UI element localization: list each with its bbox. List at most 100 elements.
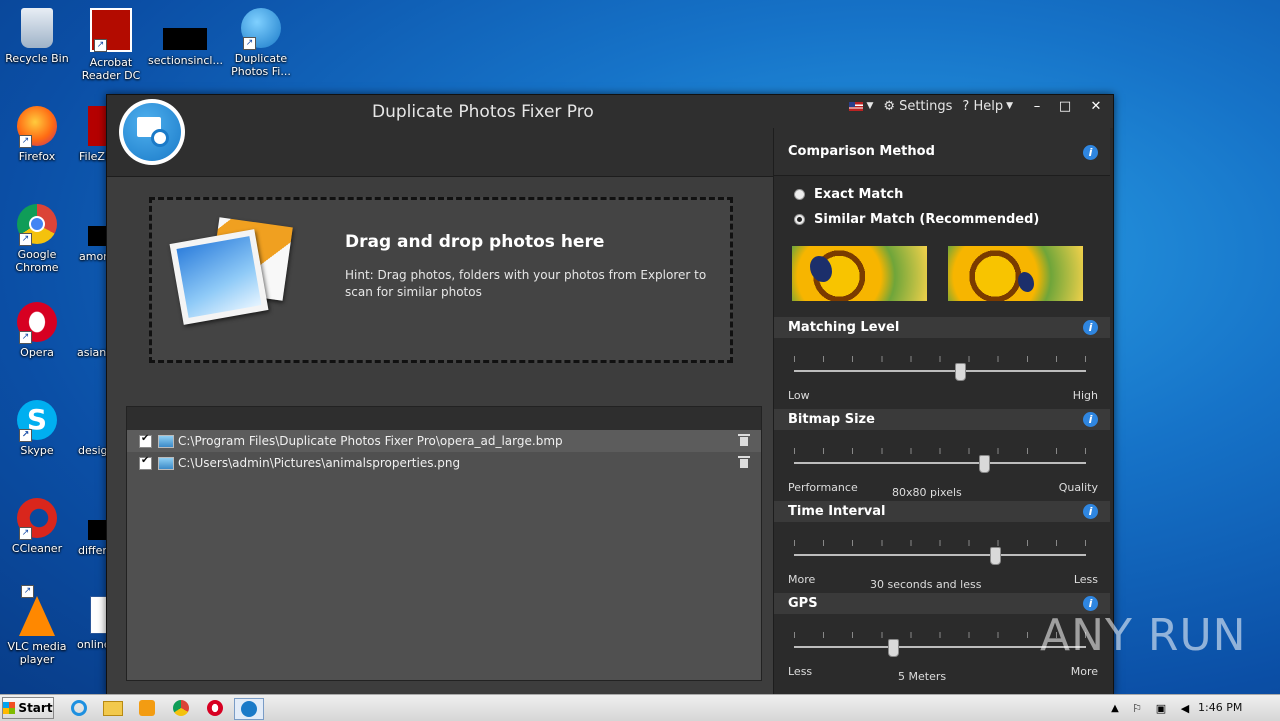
desktop-icon-vlc[interactable]: ↗ VLC media player [0, 585, 74, 666]
file-row[interactable]: C:\Users\admin\Pictures\animalspropertie… [127, 452, 761, 474]
skype-icon: S ↗ [17, 400, 57, 442]
drop-title: Drag and drop photos here [345, 232, 605, 252]
desktop-icon-desig[interactable]: desig [68, 400, 108, 457]
window-title: Duplicate Photos Fixer Pro [372, 102, 594, 122]
info-icon[interactable]: i [1083, 145, 1098, 160]
flag-icon[interactable]: ⚐ [1126, 698, 1148, 718]
desktop-icon-filezilla[interactable]: FileZi [68, 106, 108, 163]
slider-thumb[interactable] [990, 547, 1002, 565]
desktop-icon-sections[interactable]: sectionsincl... [148, 8, 223, 67]
main-pane: Drag and drop photos here Hint: Drag pho… [107, 177, 773, 695]
desktop-icon-asianb[interactable]: asianb [68, 302, 113, 359]
butterfly-icon [1018, 272, 1034, 292]
comparison-method-header: Comparison Method i [774, 128, 1110, 176]
clock[interactable]: 1:46 PM [1198, 701, 1242, 714]
file-checkbox[interactable] [139, 455, 152, 470]
black-file-icon [88, 520, 106, 540]
acrobat-icon: ↗ [90, 8, 132, 52]
desktop-icon-ccleaner[interactable]: ↗ CCleaner [0, 498, 74, 555]
matching-level-header: Matching Level i [774, 317, 1110, 338]
explorer-taskbar-icon[interactable] [102, 698, 124, 718]
butterfly-icon [810, 256, 832, 282]
black-file-icon [88, 226, 106, 246]
radio-similar[interactable] [794, 214, 805, 225]
file-list-header [127, 407, 761, 430]
toolbar-strip [107, 128, 773, 177]
file-checkbox[interactable] [139, 433, 152, 448]
opera-icon: ↗ [17, 302, 57, 344]
network-icon[interactable]: ▣ [1150, 698, 1172, 718]
volume-icon[interactable]: ◀ [1174, 698, 1196, 718]
image-file-icon [158, 434, 174, 448]
maximize-button[interactable]: □ [1051, 95, 1079, 117]
media-player-taskbar-icon[interactable] [136, 698, 158, 718]
app-window: Duplicate Photos Fixer Pro ▼ ⚙ Settings … [106, 94, 1114, 696]
matching-level-slider[interactable] [794, 356, 1086, 386]
chevron-down-icon: ▼ [866, 101, 874, 111]
taskbar: Start ▲ ⚐ ▣ ◀ 1:46 PM [0, 694, 1280, 721]
minimize-button[interactable]: – [1023, 95, 1051, 117]
close-button[interactable]: ✕ [1079, 95, 1113, 117]
desktop-icon-duplicate-photos[interactable]: ↗ Duplicate Photos Fi... [224, 8, 298, 78]
slider-thumb[interactable] [978, 455, 990, 473]
time-interval-header: Time Interval i [774, 501, 1110, 522]
slider-thumb[interactable] [955, 363, 967, 381]
desktop-icon-skype[interactable]: S ↗ Skype [0, 400, 74, 457]
vlc-icon: ↗ [19, 585, 55, 636]
trash-icon[interactable] [738, 456, 750, 468]
drop-hint: Hint: Drag photos, folders with your pho… [345, 268, 707, 299]
start-button[interactable]: Start [2, 697, 54, 719]
desktop-icon-chrome[interactable]: ↗ Google Chrome [0, 204, 74, 274]
radio-exact[interactable] [794, 189, 805, 200]
desktop-icon-amon[interactable]: amon [68, 204, 110, 263]
filezilla-icon [88, 106, 108, 146]
sample-image-right [948, 246, 1083, 301]
drop-zone[interactable]: Drag and drop photos here Hint: Drag pho… [149, 197, 733, 363]
ie-taskbar-icon[interactable] [68, 698, 90, 718]
sample-image-left [792, 246, 927, 301]
info-icon[interactable]: i [1083, 412, 1098, 427]
gear-icon: ⚙ [883, 98, 896, 114]
settings-menu[interactable]: ⚙ Settings [883, 99, 952, 114]
desktop-icon-opera[interactable]: ↗ Opera [0, 302, 74, 359]
help-menu[interactable]: ? Help ▼ [962, 99, 1013, 114]
info-icon[interactable]: i [1083, 320, 1098, 335]
black-file-icon [163, 28, 207, 50]
ccleaner-icon: ↗ [17, 498, 57, 540]
exact-match-option[interactable]: Exact Match [794, 187, 903, 202]
show-hidden-icons-icon[interactable]: ▲ [1104, 698, 1126, 718]
firefox-icon: ↗ [17, 106, 57, 148]
desktop-icon-online[interactable]: online [68, 596, 111, 651]
opera-taskbar-icon[interactable] [204, 698, 226, 718]
chrome-icon: ↗ [17, 204, 57, 246]
file-row[interactable]: C:\Program Files\Duplicate Photos Fixer … [127, 430, 761, 452]
desktop-icon-acrobat[interactable]: ↗ Acrobat Reader DC [74, 8, 148, 82]
windows-logo-icon [3, 702, 16, 714]
slider-thumb[interactable] [888, 639, 900, 657]
photos-illustration-icon [169, 217, 294, 328]
info-icon[interactable]: i [1083, 504, 1098, 519]
desktop-icon-firefox[interactable]: ↗ Firefox [0, 106, 74, 163]
chevron-down-icon: ▼ [1006, 101, 1013, 111]
info-icon[interactable]: i [1083, 596, 1098, 611]
similar-match-option[interactable]: Similar Match (Recommended) [794, 212, 1039, 227]
time-interval-slider[interactable] [794, 540, 1086, 570]
duplicate-photos-icon: ↗ [241, 8, 281, 50]
us-flag-icon [848, 101, 863, 111]
bitmap-size-header: Bitmap Size i [774, 409, 1110, 430]
language-selector[interactable]: ▼ [848, 101, 874, 111]
file-icon [88, 400, 106, 440]
duplicate-photos-taskbar-icon[interactable] [234, 698, 264, 720]
chrome-taskbar-icon[interactable] [170, 698, 192, 718]
file-list: C:\Program Files\Duplicate Photos Fixer … [126, 406, 762, 681]
watermark: ANY RUN [1040, 610, 1247, 661]
bitmap-size-slider[interactable] [794, 448, 1086, 478]
desktop-icon-differ[interactable]: differ [68, 498, 108, 557]
recycle-bin-icon [21, 8, 53, 48]
title-bar[interactable]: Duplicate Photos Fixer Pro ▼ ⚙ Settings … [107, 95, 1113, 128]
trash-icon[interactable] [738, 434, 750, 446]
image-file-icon [158, 456, 174, 470]
app-logo [119, 99, 185, 165]
desktop-icon-recycle-bin[interactable]: Recycle Bin [0, 8, 74, 65]
file-icon [88, 302, 106, 342]
